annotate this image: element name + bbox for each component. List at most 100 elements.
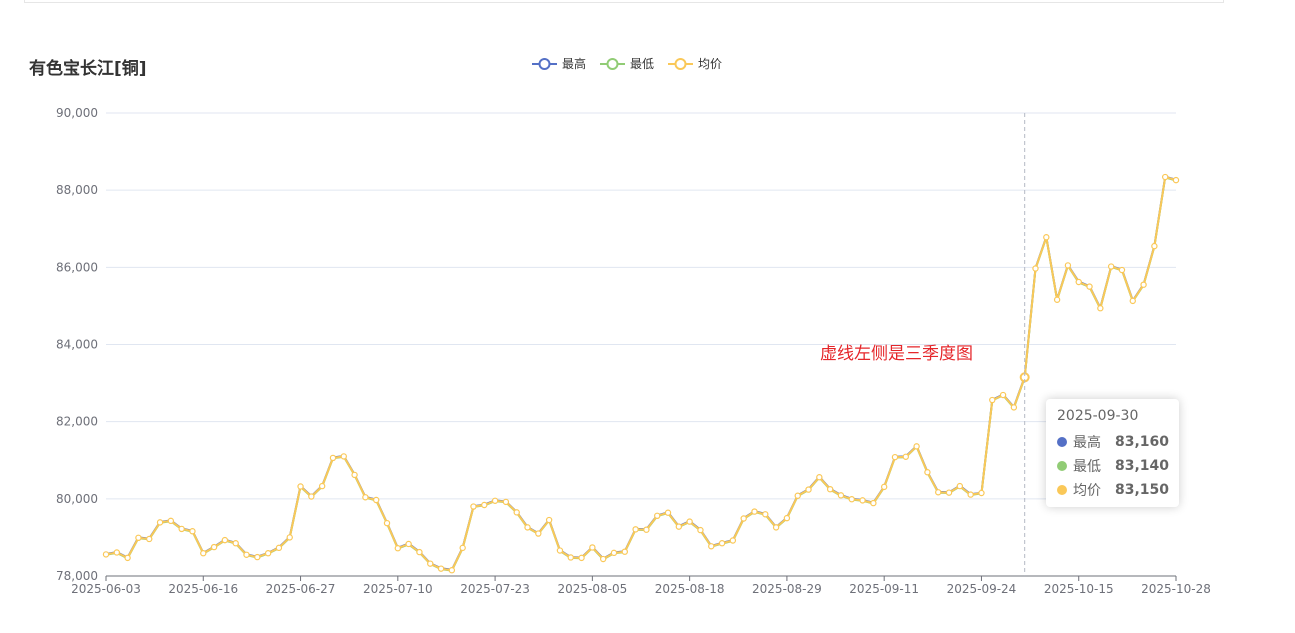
- data-point[interactable]: [405, 540, 412, 548]
- data-point[interactable]: [718, 540, 726, 547]
- data-point[interactable]: [816, 474, 823, 481]
- data-point[interactable]: [362, 494, 369, 501]
- data-point[interactable]: [470, 503, 477, 510]
- data-point[interactable]: [913, 443, 920, 450]
- data-point[interactable]: [880, 483, 888, 491]
- data-point[interactable]: [902, 453, 909, 460]
- data-point[interactable]: [232, 540, 239, 547]
- data-point[interactable]: [989, 396, 996, 404]
- data-point[interactable]: [805, 486, 812, 493]
- data-point[interactable]: [772, 524, 780, 531]
- data-point[interactable]: [621, 548, 628, 555]
- data-point[interactable]: [491, 497, 499, 504]
- data-point[interactable]: [1075, 278, 1082, 286]
- data-point[interactable]: [1010, 404, 1018, 411]
- data-point[interactable]: [729, 537, 737, 544]
- data-point[interactable]: [243, 551, 250, 558]
- data-point[interactable]: [589, 544, 596, 551]
- data-point[interactable]: [383, 519, 391, 527]
- data-point[interactable]: [686, 518, 693, 525]
- data-point[interactable]: [794, 492, 801, 499]
- data-point[interactable]: [1097, 305, 1104, 312]
- data-point[interactable]: [459, 544, 466, 552]
- data-point[interactable]: [1172, 176, 1180, 184]
- data-point[interactable]: [675, 523, 683, 530]
- data-point[interactable]: [178, 525, 185, 533]
- data-point[interactable]: [826, 485, 834, 493]
- data-point[interactable]: [924, 469, 931, 476]
- data-point[interactable]: [513, 509, 520, 516]
- data-point[interactable]: [1053, 296, 1061, 303]
- data-point[interactable]: [308, 493, 315, 500]
- data-point[interactable]: [254, 553, 261, 561]
- data-point[interactable]: [545, 516, 553, 524]
- data-point[interactable]: [999, 391, 1007, 399]
- data-point[interactable]: [1129, 297, 1136, 305]
- data-point[interactable]: [297, 483, 304, 490]
- data-point[interactable]: [740, 515, 747, 522]
- data-point[interactable]: [394, 545, 402, 552]
- data-point[interactable]: [189, 528, 196, 535]
- data-point[interactable]: [221, 536, 229, 544]
- data-point[interactable]: [1140, 281, 1147, 288]
- data-point[interactable]: [373, 496, 380, 504]
- data-point[interactable]: [167, 517, 175, 525]
- data-point[interactable]: [945, 489, 953, 496]
- data-point[interactable]: [556, 547, 564, 554]
- data-point[interactable]: [124, 554, 131, 562]
- data-point[interactable]: [870, 499, 877, 507]
- data-point[interactable]: [286, 534, 293, 541]
- data-point[interactable]: [113, 549, 121, 556]
- data-point[interactable]: [599, 555, 607, 563]
- data-point[interactable]: [102, 551, 110, 558]
- data-point[interactable]: [578, 554, 585, 562]
- data-point[interactable]: [524, 524, 531, 531]
- data-point[interactable]: [1161, 173, 1169, 181]
- data-point[interactable]: [643, 526, 650, 533]
- data-point[interactable]: [848, 496, 855, 503]
- data-point[interactable]: [708, 543, 715, 550]
- data-point[interactable]: [654, 512, 661, 520]
- data-point[interactable]: [1032, 265, 1039, 272]
- data-point[interactable]: [697, 526, 704, 534]
- data-point[interactable]: [481, 501, 488, 509]
- data-point[interactable]: [448, 567, 456, 574]
- data-point[interactable]: [200, 550, 207, 557]
- data-point[interactable]: [146, 535, 153, 543]
- data-point[interactable]: [1086, 283, 1093, 290]
- data-point[interactable]: [891, 453, 899, 461]
- data-point[interactable]: [340, 453, 347, 460]
- data-point[interactable]: [416, 548, 423, 556]
- data-point[interactable]: [264, 550, 272, 557]
- data-point[interactable]: [956, 482, 964, 490]
- data-point[interactable]: [632, 526, 639, 533]
- data-point[interactable]: [351, 471, 358, 479]
- data-point[interactable]: [1107, 263, 1115, 270]
- data-point[interactable]: [318, 482, 326, 490]
- data-point[interactable]: [859, 497, 866, 504]
- data-point[interactable]: [935, 489, 942, 496]
- data-point[interactable]: [275, 544, 283, 552]
- data-point[interactable]: [329, 454, 337, 462]
- data-point[interactable]: [978, 489, 985, 497]
- data-point[interactable]: [1043, 234, 1050, 241]
- data-point[interactable]: [783, 514, 791, 522]
- data-point[interactable]: [1118, 266, 1126, 274]
- data-point[interactable]: [967, 491, 974, 498]
- data-point[interactable]: [535, 530, 542, 537]
- data-point[interactable]: [610, 549, 618, 557]
- data-point[interactable]: [751, 508, 758, 515]
- data-point[interactable]: [437, 565, 445, 572]
- data-point[interactable]: [135, 534, 142, 542]
- data-point[interactable]: [502, 498, 510, 506]
- data-point[interactable]: [837, 492, 845, 499]
- data-point[interactable]: [762, 511, 769, 518]
- data-point[interactable]: [664, 509, 672, 516]
- data-point[interactable]: [210, 543, 218, 551]
- data-point[interactable]: [567, 554, 574, 561]
- line-chart[interactable]: 78,000 80,000 82,000 84,000 86,000 88,000 90,0…: [0, 0, 1295, 633]
- data-point[interactable]: [427, 560, 434, 567]
- data-point[interactable]: [156, 519, 164, 526]
- data-point[interactable]: [1064, 262, 1072, 269]
- data-point[interactable]: [1151, 242, 1158, 250]
